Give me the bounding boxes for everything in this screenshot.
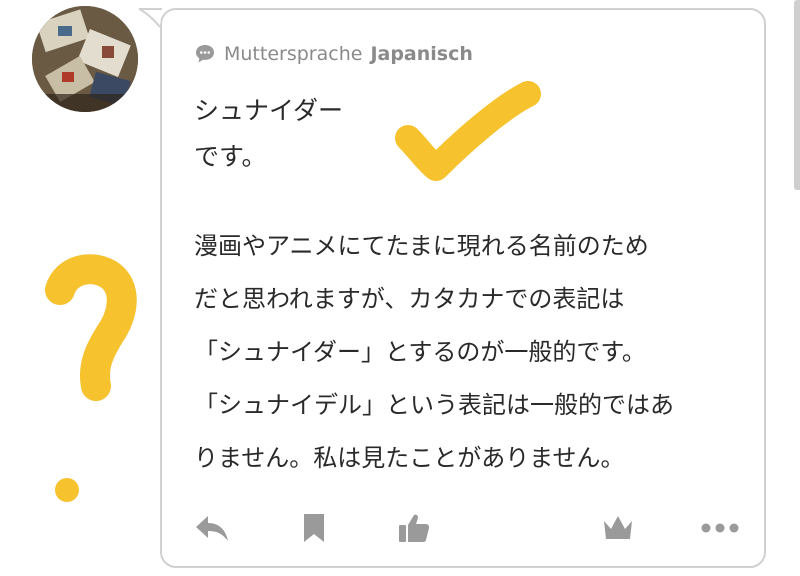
bookmark-button[interactable] xyxy=(294,508,334,548)
scrollbar[interactable] xyxy=(794,0,800,190)
native-language-value: Japanisch xyxy=(370,43,473,65)
crown-button[interactable] xyxy=(598,508,638,548)
crown-icon xyxy=(604,516,632,539)
action-bar xyxy=(190,508,750,548)
native-language-row: Muttersprache Japanisch xyxy=(194,40,473,68)
bookmark-icon xyxy=(304,514,324,542)
avatar[interactable] xyxy=(32,6,138,112)
like-button[interactable] xyxy=(394,508,434,548)
speech-bubble-icon xyxy=(196,45,214,63)
answer-screen: Muttersprache Japanisch シュナイダー です。 漫画やアニ… xyxy=(0,0,800,576)
card-pointer xyxy=(138,8,162,28)
answer-word: シュナイダー です。 xyxy=(194,96,344,171)
native-language-label: Muttersprache xyxy=(224,43,363,65)
more-button[interactable] xyxy=(700,508,740,548)
question-mark-annotation xyxy=(45,254,137,502)
more-dots-icon xyxy=(701,523,739,533)
reply-button[interactable] xyxy=(192,508,232,548)
answer-body: 漫画やアニメにてたまに現れる名前のため だと思われますが、カタカナでの表記は 「… xyxy=(194,232,674,472)
avatar-photo xyxy=(32,6,138,112)
thumbs-up-icon xyxy=(399,514,430,542)
reply-icon xyxy=(196,516,228,541)
